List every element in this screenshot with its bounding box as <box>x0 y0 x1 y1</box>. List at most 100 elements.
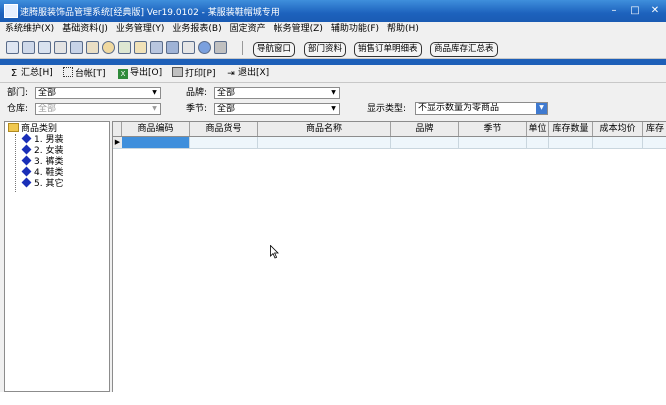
menu-bar: 系统维护(X) 基础资料(J) 业务管理(Y) 业务报表(B) 固定资产 帐务管理(Z) 辅… <box>0 22 666 37</box>
users-icon[interactable] <box>102 41 115 54</box>
column-header[interactable]: 品牌 <box>391 122 459 136</box>
app-icon <box>4 4 18 18</box>
filter-panel: 部门: 全部 ▼ 品牌: 全部 ▼ 仓库: 全部 ▼ 季节: 全部 ▼ 显示类型: 不显… <box>0 83 666 119</box>
window-title: 速腾服装饰品管理系统[经典版] Ver19.0102 - 某服装鞋帽城专用 <box>20 8 280 18</box>
summary-button[interactable]: Σ 汇总[H] <box>9 67 53 80</box>
form-icon[interactable] <box>22 41 35 54</box>
menu-business[interactable]: 业务管理(Y) <box>111 22 168 37</box>
exit-button[interactable]: ⇥ 退出[X] <box>226 67 269 80</box>
stock-summary-button[interactable]: 商品库存汇总表 <box>430 42 498 57</box>
table-cell[interactable] <box>593 137 643 148</box>
tree-item[interactable]: 4. 鞋类 <box>21 166 63 179</box>
table-cell[interactable] <box>391 137 459 148</box>
tree-item-label: 5. 其它 <box>34 179 64 189</box>
exit-icon[interactable] <box>214 41 227 54</box>
tree-item[interactable]: 1. 男装 <box>21 133 64 146</box>
season-select-value: 全部 <box>217 104 236 114</box>
chart-icon[interactable] <box>86 41 99 54</box>
summary-label: 汇总[H] <box>21 68 53 78</box>
print-button[interactable]: 打印[P] <box>172 67 215 80</box>
tree-item[interactable]: 5. 其它 <box>21 177 64 190</box>
calculator-icon[interactable] <box>150 41 163 54</box>
printer-icon[interactable] <box>182 41 195 54</box>
tree-item[interactable]: 2. 女装 <box>21 144 64 157</box>
tree-item[interactable]: 3. 裤类 <box>21 155 63 168</box>
menu-base-data[interactable]: 基础资料(J) <box>57 22 111 37</box>
grid-header: 商品编码 商品货号 商品名称 品牌 季节 单位 库存数量 成本均价 库存 <box>113 122 666 137</box>
column-header[interactable]: 库存数量 <box>549 122 593 136</box>
diamond-icon <box>21 155 32 166</box>
mouse-cursor-icon <box>270 245 279 259</box>
table-cell[interactable] <box>459 137 527 148</box>
tree-item-label: 1. 男装 <box>34 135 64 145</box>
display-type-select[interactable]: 不显示数量为零商品 ▼ <box>415 102 548 115</box>
excel-icon: X <box>118 69 128 79</box>
tree-root[interactable]: 商品类别 <box>8 123 57 135</box>
table-cell[interactable] <box>549 137 593 148</box>
action-toolbar: Σ 汇总[H] 台帐[T] X 导出[O] 打印[P] ⇥ 退出[X] <box>0 65 666 83</box>
maximize-button[interactable]: □ <box>625 3 645 18</box>
folder-icon[interactable] <box>134 41 147 54</box>
menu-system[interactable]: 系统维护(X) <box>0 22 57 37</box>
column-header[interactable]: 库存 <box>643 122 666 136</box>
sigma-icon: Σ <box>10 68 18 79</box>
list-icon[interactable] <box>38 41 51 54</box>
table-icon[interactable] <box>70 41 83 54</box>
display-type-label: 显示类型: <box>367 104 407 114</box>
toolbar-separator <box>242 41 243 55</box>
save-icon[interactable] <box>166 41 179 54</box>
display-type-value: 不显示数量为零商品 <box>418 103 500 113</box>
window-icon[interactable] <box>6 41 19 54</box>
menu-fixed-assets[interactable]: 固定资产 <box>225 22 269 37</box>
table-cell[interactable] <box>258 137 391 148</box>
tree-guide-line <box>15 134 16 192</box>
season-select[interactable]: 全部 ▼ <box>214 103 340 115</box>
search-doc-icon[interactable] <box>54 41 67 54</box>
table-cell[interactable] <box>190 137 258 148</box>
brand-select[interactable]: 全部 ▼ <box>214 87 340 99</box>
column-header[interactable]: 商品编码 <box>122 122 190 136</box>
table-cell[interactable] <box>122 137 190 148</box>
warehouse-select[interactable]: 全部 ▼ <box>35 103 161 115</box>
menu-accounts[interactable]: 帐务管理(Z) <box>269 22 326 37</box>
column-header[interactable]: 商品名称 <box>258 122 391 136</box>
diamond-icon <box>21 133 32 144</box>
nav-window-button[interactable]: 导航窗口 <box>253 42 296 57</box>
chevron-down-icon: ▼ <box>331 105 336 112</box>
help-icon[interactable] <box>198 41 211 54</box>
dept-data-button[interactable]: 部门资料 <box>304 42 347 57</box>
column-header[interactable]: 成本均价 <box>593 122 643 136</box>
menu-help[interactable]: 帮助(H) <box>382 22 422 37</box>
column-header[interactable]: 单位 <box>527 122 549 136</box>
minimize-button[interactable]: – <box>604 3 624 18</box>
diamond-icon <box>21 144 32 155</box>
column-header[interactable]: 季节 <box>459 122 527 136</box>
title-bar: 速腾服装饰品管理系统[经典版] Ver19.0102 - 某服装鞋帽城专用 – … <box>0 0 666 22</box>
table-cell[interactable] <box>643 137 666 148</box>
export-button[interactable]: X 导出[O] <box>118 67 162 80</box>
warehouse-select-value: 全部 <box>38 104 57 114</box>
brand-label: 品牌: <box>186 88 208 98</box>
print-icon <box>172 67 183 77</box>
chevron-down-icon: ▼ <box>331 89 336 96</box>
season-label: 季节: <box>186 104 208 114</box>
sales-order-detail-button[interactable]: 销售订单明细表 <box>354 42 422 57</box>
table-row[interactable]: ▶ <box>113 137 666 149</box>
warehouse-label: 仓库: <box>7 104 29 114</box>
transfer-icon[interactable] <box>118 41 131 54</box>
chevron-down-icon: ▼ <box>152 105 157 112</box>
table-cell[interactable] <box>527 137 549 148</box>
column-header[interactable]: 商品货号 <box>190 122 258 136</box>
exit-label: 退出[X] <box>238 68 270 78</box>
diamond-icon <box>21 166 32 177</box>
main-toolbar: 导航窗口 部门资料 销售订单明细表 商品库存汇总表 <box>0 38 666 59</box>
menu-reports[interactable]: 业务报表(B) <box>167 22 224 37</box>
menu-tools[interactable]: 辅助功能(F) <box>326 22 382 37</box>
chevron-down-icon: ▼ <box>536 103 547 114</box>
dept-select[interactable]: 全部 ▼ <box>35 87 161 99</box>
close-button[interactable]: ✕ <box>645 3 665 18</box>
ledger-icon <box>63 67 73 77</box>
tree-item-label: 2. 女装 <box>34 146 64 156</box>
dept-select-value: 全部 <box>38 88 57 98</box>
ledger-button[interactable]: 台帐[T] <box>63 67 106 80</box>
